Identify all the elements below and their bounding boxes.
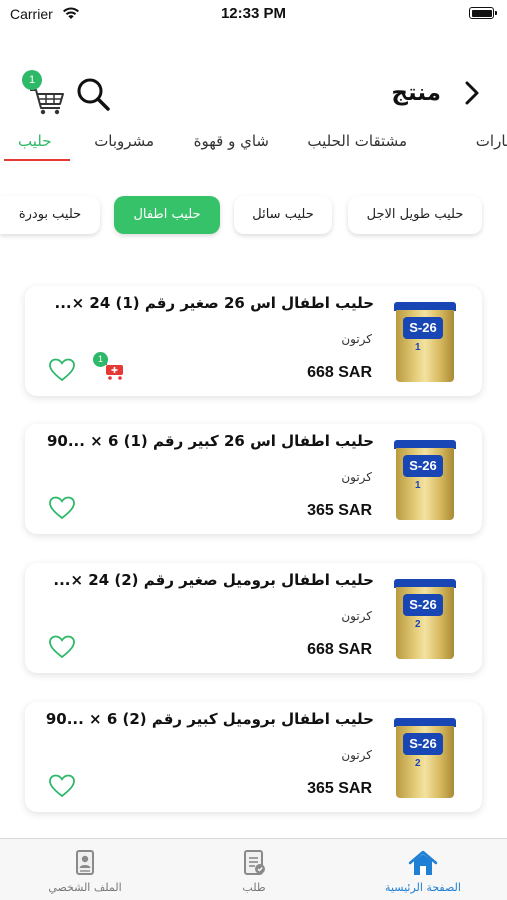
chip-baby-milk[interactable]: حليب اطفال [114,196,220,234]
nav-home[interactable]: الصفحة الرئيسية [353,839,493,900]
can-stage: 2 [415,619,421,630]
product-unit: كرتون [341,748,372,762]
home-icon [408,850,438,875]
cart-count-badge: 1 [22,70,42,90]
chevron-right-icon [465,81,479,105]
can-logo: S-26 [403,455,443,477]
page-title: منتج [391,80,441,106]
order-icon [244,850,265,875]
product-card[interactable]: S-26 2 حليب اطفال بروميل كبير رقم (2) 6 … [25,702,482,812]
product-unit: كرتون [341,332,372,346]
can-stage: 1 [415,480,421,491]
product-name: حليب اطفال اس 26 صغير رقم (1) 24 ×... [54,294,374,312]
can-logo: S-26 [403,317,443,339]
in-cart-count-badge: 1 [93,352,108,367]
product-name: حليب اطفال بروميل كبير رقم (2) 6 × ...90 [45,710,374,728]
chip-long-life-milk[interactable]: حليب طويل الاجل [348,196,482,234]
tab-drinks[interactable]: مشروبات [94,132,154,150]
favorite-heart-icon[interactable] [49,358,75,382]
tab-tea-coffee[interactable]: شاي و قهوة [194,132,269,150]
tab-milk[interactable]: حليب [18,132,52,150]
favorite-heart-icon[interactable] [49,635,75,659]
can-stage: 2 [415,758,421,769]
can-logo: S-26 [403,594,443,616]
active-tab-indicator [4,159,70,161]
product-name: حليب اطفال اس 26 كبير رقم (1) 6 × ...90 [46,432,374,450]
clock: 12:33 PM [220,5,287,22]
can-stage: 1 [415,342,421,353]
status-bar: Carrier 12:33 PM [0,0,507,30]
product-image: S-26 1 [394,440,456,522]
product-unit: كرتون [341,470,372,484]
product-price: 668 SAR [307,641,372,658]
product-price: 668 SAR [307,364,372,381]
nav-order[interactable]: طلب [184,839,324,900]
nav-home-label: الصفحة الرئيسية [385,881,461,894]
category-tabs: بهارات مشتقات الحليب شاي و قهوة مشروبات … [0,128,507,162]
subcategory-chips: حليب طويل الاجل حليب سائل حليب اطفال حلي… [0,196,507,236]
nav-profile-label: الملف الشخصي [48,881,122,894]
product-card[interactable]: S-26 1 حليب اطفال اس 26 كبير رقم (1) 6 ×… [25,424,482,534]
cart-button[interactable]: 1 [22,70,70,118]
tab-dairy-products[interactable]: مشتقات الحليب [307,132,407,150]
product-image: S-26 1 [394,302,456,384]
favorite-heart-icon[interactable] [49,774,75,798]
product-name: حليب اطفال بروميل صغير رقم (2) 24 ×... [53,571,374,589]
battery-icon [469,7,497,19]
tab-spices[interactable]: بهارات [476,132,507,150]
profile-icon [76,850,94,875]
nav-profile[interactable]: الملف الشخصي [15,839,155,900]
product-card[interactable]: S-26 1 حليب اطفال اس 26 صغير رقم (1) 24 … [25,286,482,396]
back-button[interactable] [459,78,485,108]
chip-powdered-milk[interactable]: حليب بودرة [0,196,100,234]
product-image: S-26 2 [394,579,456,661]
product-image: S-26 2 [394,718,456,800]
bottom-nav: الصفحة الرئيسية طلب الملف الشخصي [0,838,507,900]
product-price: 365 SAR [307,780,372,797]
chip-liquid-milk[interactable]: حليب سائل [234,196,332,234]
product-card[interactable]: S-26 2 حليب اطفال بروميل صغير رقم (2) 24… [25,563,482,673]
product-price: 365 SAR [307,502,372,519]
search-icon [77,78,110,111]
add-to-cart-icon[interactable] [103,362,125,380]
favorite-heart-icon[interactable] [49,496,75,520]
can-logo: S-26 [403,733,443,755]
search-button[interactable] [74,74,114,114]
nav-order-label: طلب [242,881,266,894]
product-unit: كرتون [341,609,372,623]
header: منتج 1 [0,60,507,124]
